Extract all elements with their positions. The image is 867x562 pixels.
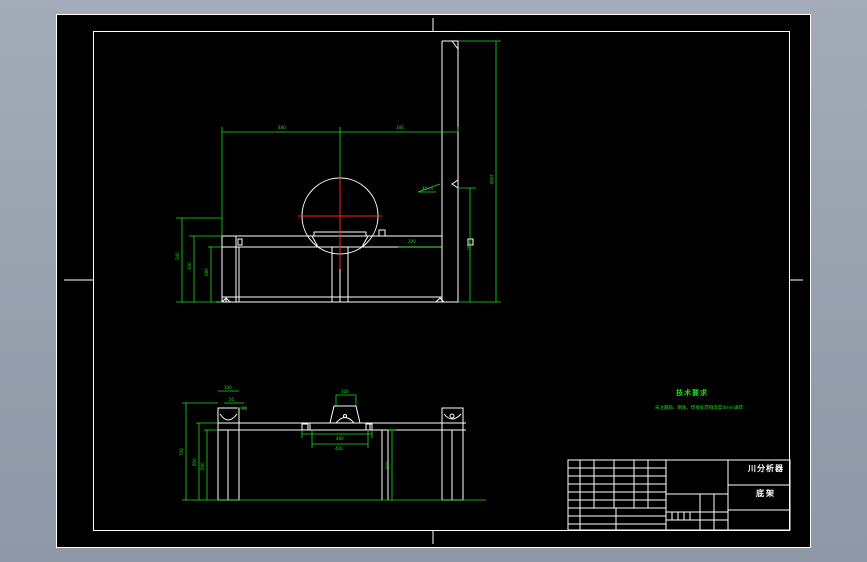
technical-notes-title: 技术要求 [676,389,708,397]
svg-text:450: 450 [466,242,471,250]
svg-text:700: 700 [179,448,184,456]
svg-text:340: 340 [396,125,404,130]
svg-text:280: 280 [204,268,209,276]
front-view: 480 340 1000 450 340 300 280 40×4 200 [175,40,501,303]
svg-text:300: 300 [187,262,192,270]
drawing-name: 川分析器 [748,464,784,473]
svg-text:100: 100 [341,389,349,394]
plan-view: 100 50 20 100 460 400 700 600 560 600 [179,385,486,501]
svg-text:560: 560 [200,462,205,470]
technical-notes-text: 未注圆角、倒角，焊接处焊缝高度4mm满焊 [654,406,744,411]
drawing-sheet: 480 340 1000 450 340 300 280 40×4 200 10… [56,14,811,548]
part-name: 底架 [756,489,776,498]
svg-text:460: 460 [336,436,344,441]
svg-text:400: 400 [335,446,343,451]
svg-text:200: 200 [408,239,416,244]
svg-text:20: 20 [242,406,248,411]
svg-text:1000: 1000 [489,174,494,185]
centering-marks [64,18,803,544]
outer-border [56,14,811,548]
svg-text:40×4: 40×4 [422,186,433,191]
svg-text:100: 100 [224,385,232,390]
svg-text:600: 600 [192,458,197,466]
svg-text:480: 480 [278,125,286,130]
svg-text:600: 600 [385,461,390,469]
cad-drawing: 480 340 1000 450 340 300 280 40×4 200 10… [56,14,811,548]
svg-text:340: 340 [175,252,180,260]
svg-text:50: 50 [229,397,235,402]
